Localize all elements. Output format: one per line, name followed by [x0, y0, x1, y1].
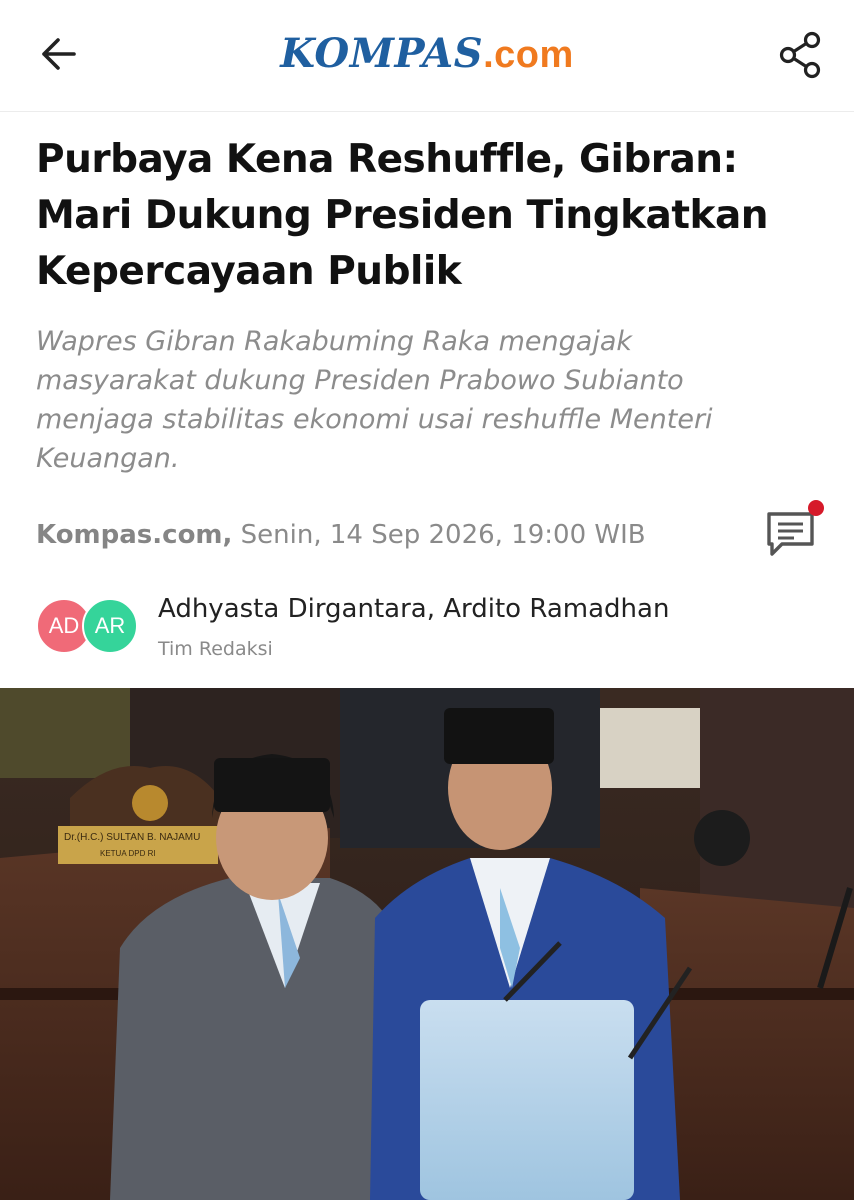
logo-main-text: KOMPAS [280, 30, 484, 77]
article-lead: Wapres Gibran Rakabuming Raka mengajak m… [36, 326, 713, 474]
article-headline: Purbaya Kena Reshuffle, Gibran: Mari Duk… [36, 137, 769, 294]
article-datetime: Senin, 14 Sep 2026, 19:00 WIB [240, 520, 646, 550]
author-avatars[interactable]: AD AR [36, 598, 146, 656]
avatar: AR [82, 598, 138, 654]
author-names[interactable]: Adhyasta Dirgantara, Ardito Ramadhan [158, 594, 798, 624]
article-photo[interactable]: Dr.(H.C.) SULTAN B. NAJAMU KETUA DPD RI [0, 688, 854, 1200]
share-icon [779, 31, 821, 79]
article-meta: Kompas.com, Senin, 14 Sep 2026, 19:00 WI… [36, 520, 736, 550]
comment-button[interactable] [760, 500, 824, 562]
kompas-logo[interactable]: KOMPAS.com [0, 30, 854, 77]
logo-suffix-text: .com [483, 34, 574, 76]
placard-subtext: KETUA DPD RI [100, 849, 156, 858]
placard-text: Dr.(H.C.) SULTAN B. NAJAMU [64, 832, 200, 843]
article-source[interactable]: Kompas.com, [36, 520, 232, 550]
share-button[interactable] [770, 26, 830, 84]
top-bar: KOMPAS.com [0, 0, 854, 112]
notification-dot [808, 500, 824, 516]
team-label: Tim Redaksi [158, 638, 273, 660]
